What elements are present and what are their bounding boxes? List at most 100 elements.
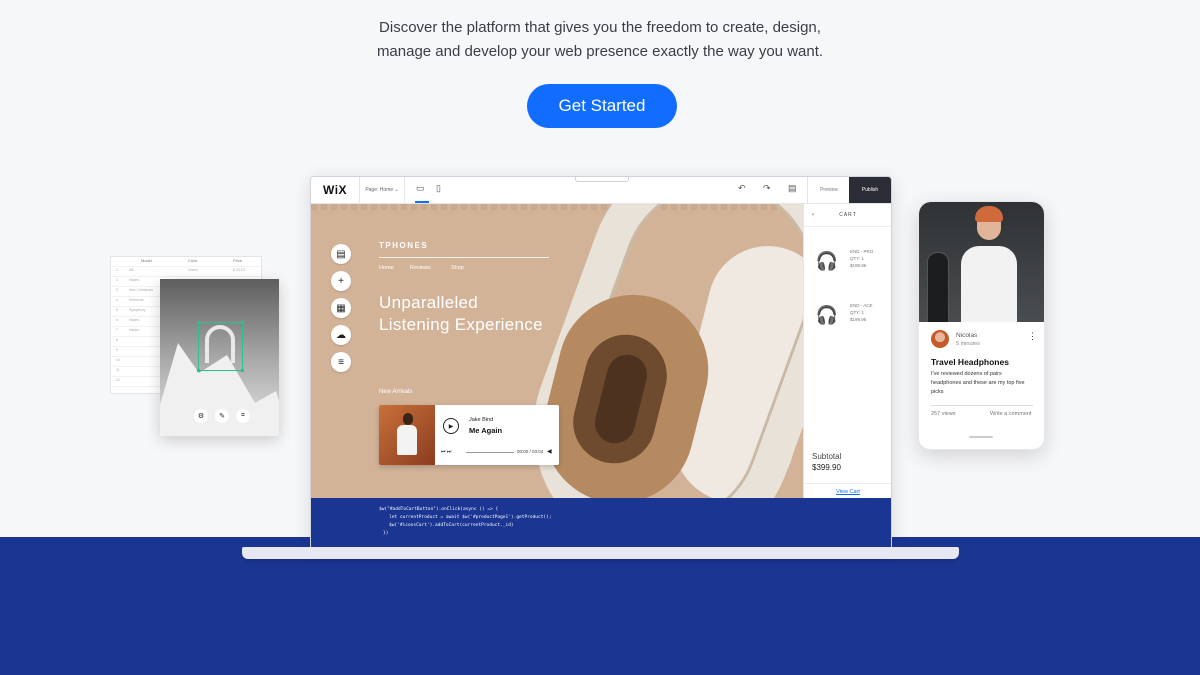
play-icon[interactable]: ▶ (443, 418, 459, 434)
post-title[interactable]: Travel Headphones (931, 357, 1009, 367)
tagline-line-1: Discover the platform that gives you the… (379, 19, 821, 36)
track-title: Me Again (469, 426, 503, 435)
code-line: let currentProduct = await $w('#productP… (389, 515, 552, 520)
chevron-left-icon[interactable]: ‹ (812, 212, 814, 218)
view-count: 257 views (931, 411, 956, 417)
pen-icon[interactable]: ✎ (215, 409, 229, 423)
blog-cover-photo (919, 202, 1044, 322)
sheet-header-row: Model Color Price (111, 257, 261, 267)
sheet-cell: 9 (116, 348, 118, 352)
sheet-cell: 8 (116, 338, 118, 342)
phone-mockup: Nicolas 5 minutes ⋮ Travel Headphones I'… (918, 201, 1045, 450)
sheet-cell: 3 (116, 288, 118, 292)
volume-icon[interactable]: ◀ (547, 448, 552, 455)
page-select-dropdown[interactable]: Page: Home ⌄ (359, 177, 405, 203)
subtotal-label: Subtotal (812, 452, 842, 461)
sheet-cell: $ 43.19 (233, 268, 245, 272)
more-options-icon[interactable]: ⋮ (1028, 331, 1037, 342)
code-line: }) (383, 531, 389, 536)
sheet-cell: A5 (129, 268, 134, 272)
desktop-view-icon[interactable]: ▭ (416, 183, 425, 194)
headphones-thumb-icon: 🎧 (815, 250, 839, 271)
skateboard-shape (927, 252, 949, 322)
cart-item-price: $199.95 (850, 317, 867, 322)
progress-bar[interactable] (466, 452, 514, 453)
cart-item-details: END - ACE QTY: 1 $199.95 (850, 302, 873, 323)
site-nav-home[interactable]: Home (379, 265, 394, 271)
resize-handle[interactable] (197, 369, 200, 372)
database-icon[interactable]: ≡ (331, 352, 351, 372)
site-headline: Unparalleled Listening Experience (379, 292, 543, 336)
resize-handle[interactable] (241, 369, 244, 372)
sheet-cell: 7 (116, 328, 118, 332)
tagline-line-2: manage and develop your web presence exa… (376, 43, 824, 60)
site-canvas: ▤ + ▦ ☁ ≡ TPHONES Home Reviews Shop Unpa… (311, 204, 803, 498)
pages-icon[interactable]: ▤ (331, 244, 351, 264)
sheet-header: Model (141, 258, 152, 263)
active-view-indicator (415, 201, 429, 203)
headline-line-1: Unparalleled (379, 293, 479, 312)
sheet-header: Price (233, 258, 243, 263)
sheet-cell: 2 (116, 278, 118, 282)
code-panel: $w("#addToCartButton").onClick(async () … (311, 498, 891, 548)
laptop-base (242, 547, 959, 559)
code-line: $w("#addToCartButton").onClick(async () … (379, 507, 499, 512)
sheet-cell: 12 (116, 378, 120, 382)
editor-side-toolbar: ▤ + ▦ ☁ ≡ (331, 244, 351, 379)
upload-icon[interactable]: ☁ (331, 325, 351, 345)
publish-button[interactable]: Publish (849, 177, 891, 203)
runner-head (403, 413, 413, 425)
music-player: ▶ Jake Bind Me Again ⏮ ⏭ 00:00 / 03:04 ◀ (379, 405, 559, 465)
apps-icon[interactable]: ▦ (331, 298, 351, 318)
selection-box[interactable] (197, 321, 244, 372)
preview-button[interactable]: Preview (807, 177, 850, 203)
cart-item-qty: QTY: 1 (850, 310, 865, 315)
site-brand: TPHONES (379, 241, 429, 250)
sheet-header: Color (188, 258, 198, 263)
editor-window: WiX Page: Home ⌄ ▭ ▯ ↶ ↷ ▤ Preview Publi… (310, 176, 892, 549)
sheet-cell: 11 (116, 368, 120, 372)
skip-controls-icon[interactable]: ⏮ ⏭ (441, 449, 451, 455)
subtotal-value: $399.90 (812, 463, 841, 472)
undo-icon[interactable]: ↶ (738, 183, 746, 194)
sheet-cell: Green (188, 268, 198, 272)
new-arrivals-label: New Arrivals (379, 389, 413, 395)
resize-handle[interactable] (241, 321, 244, 324)
sheet-cell: Hades (129, 318, 140, 322)
image-toolbar: ⚙ ✎ ⌗ (194, 409, 250, 423)
save-icon[interactable]: ▤ (788, 183, 797, 194)
headphones-thumb-icon: 🎧 (815, 304, 839, 325)
sheet-cell: 4 (116, 298, 118, 302)
site-nav-reviews[interactable]: Reviews (410, 265, 431, 271)
write-comment-link[interactable]: Write a comment (990, 411, 1031, 417)
add-icon[interactable]: + (331, 271, 351, 291)
artist-name: Jake Bind (469, 417, 494, 423)
sheet-cell: Symphony (129, 308, 146, 312)
headline-line-2: Listening Experience (379, 315, 543, 334)
crop-icon[interactable]: ⌗ (236, 409, 250, 423)
sheet-cell: 1 (116, 268, 118, 272)
sheet-cell: Hades (129, 328, 140, 332)
settings-gear-icon[interactable]: ⚙ (194, 409, 208, 423)
brand-divider (379, 257, 549, 258)
mobile-view-icon[interactable]: ▯ (436, 183, 441, 194)
hero-tagline: Discover the platform that gives you the… (0, 16, 1200, 64)
redo-icon[interactable]: ↷ (763, 183, 771, 194)
cart-item-details: END - PRO QTY: 1 $199.95 (850, 248, 873, 269)
author-name: Nicolas (956, 332, 978, 339)
get-started-button[interactable]: Get Started (527, 84, 677, 128)
top-notch (575, 177, 629, 182)
person-hair (975, 206, 1003, 222)
view-cart-link[interactable]: View Cart (804, 483, 891, 499)
cart-item-price: $199.95 (850, 263, 867, 268)
playback-time: 00:00 / 03:04 (517, 449, 544, 454)
editor-topbar: WiX Page: Home ⌄ ▭ ▯ ↶ ↷ ▤ Preview Publi… (311, 177, 891, 204)
avatar[interactable] (931, 330, 949, 348)
album-art (379, 405, 435, 465)
cart-item-name: END - ACE (850, 303, 873, 308)
resize-handle[interactable] (197, 321, 200, 324)
divider (931, 405, 1033, 406)
cart-panel: CART ‹ 🎧 END - PRO QTY: 1 $199.95 🎧 END … (803, 204, 891, 499)
post-time: 5 minutes (956, 341, 980, 347)
site-nav-shop[interactable]: Shop (451, 265, 464, 271)
